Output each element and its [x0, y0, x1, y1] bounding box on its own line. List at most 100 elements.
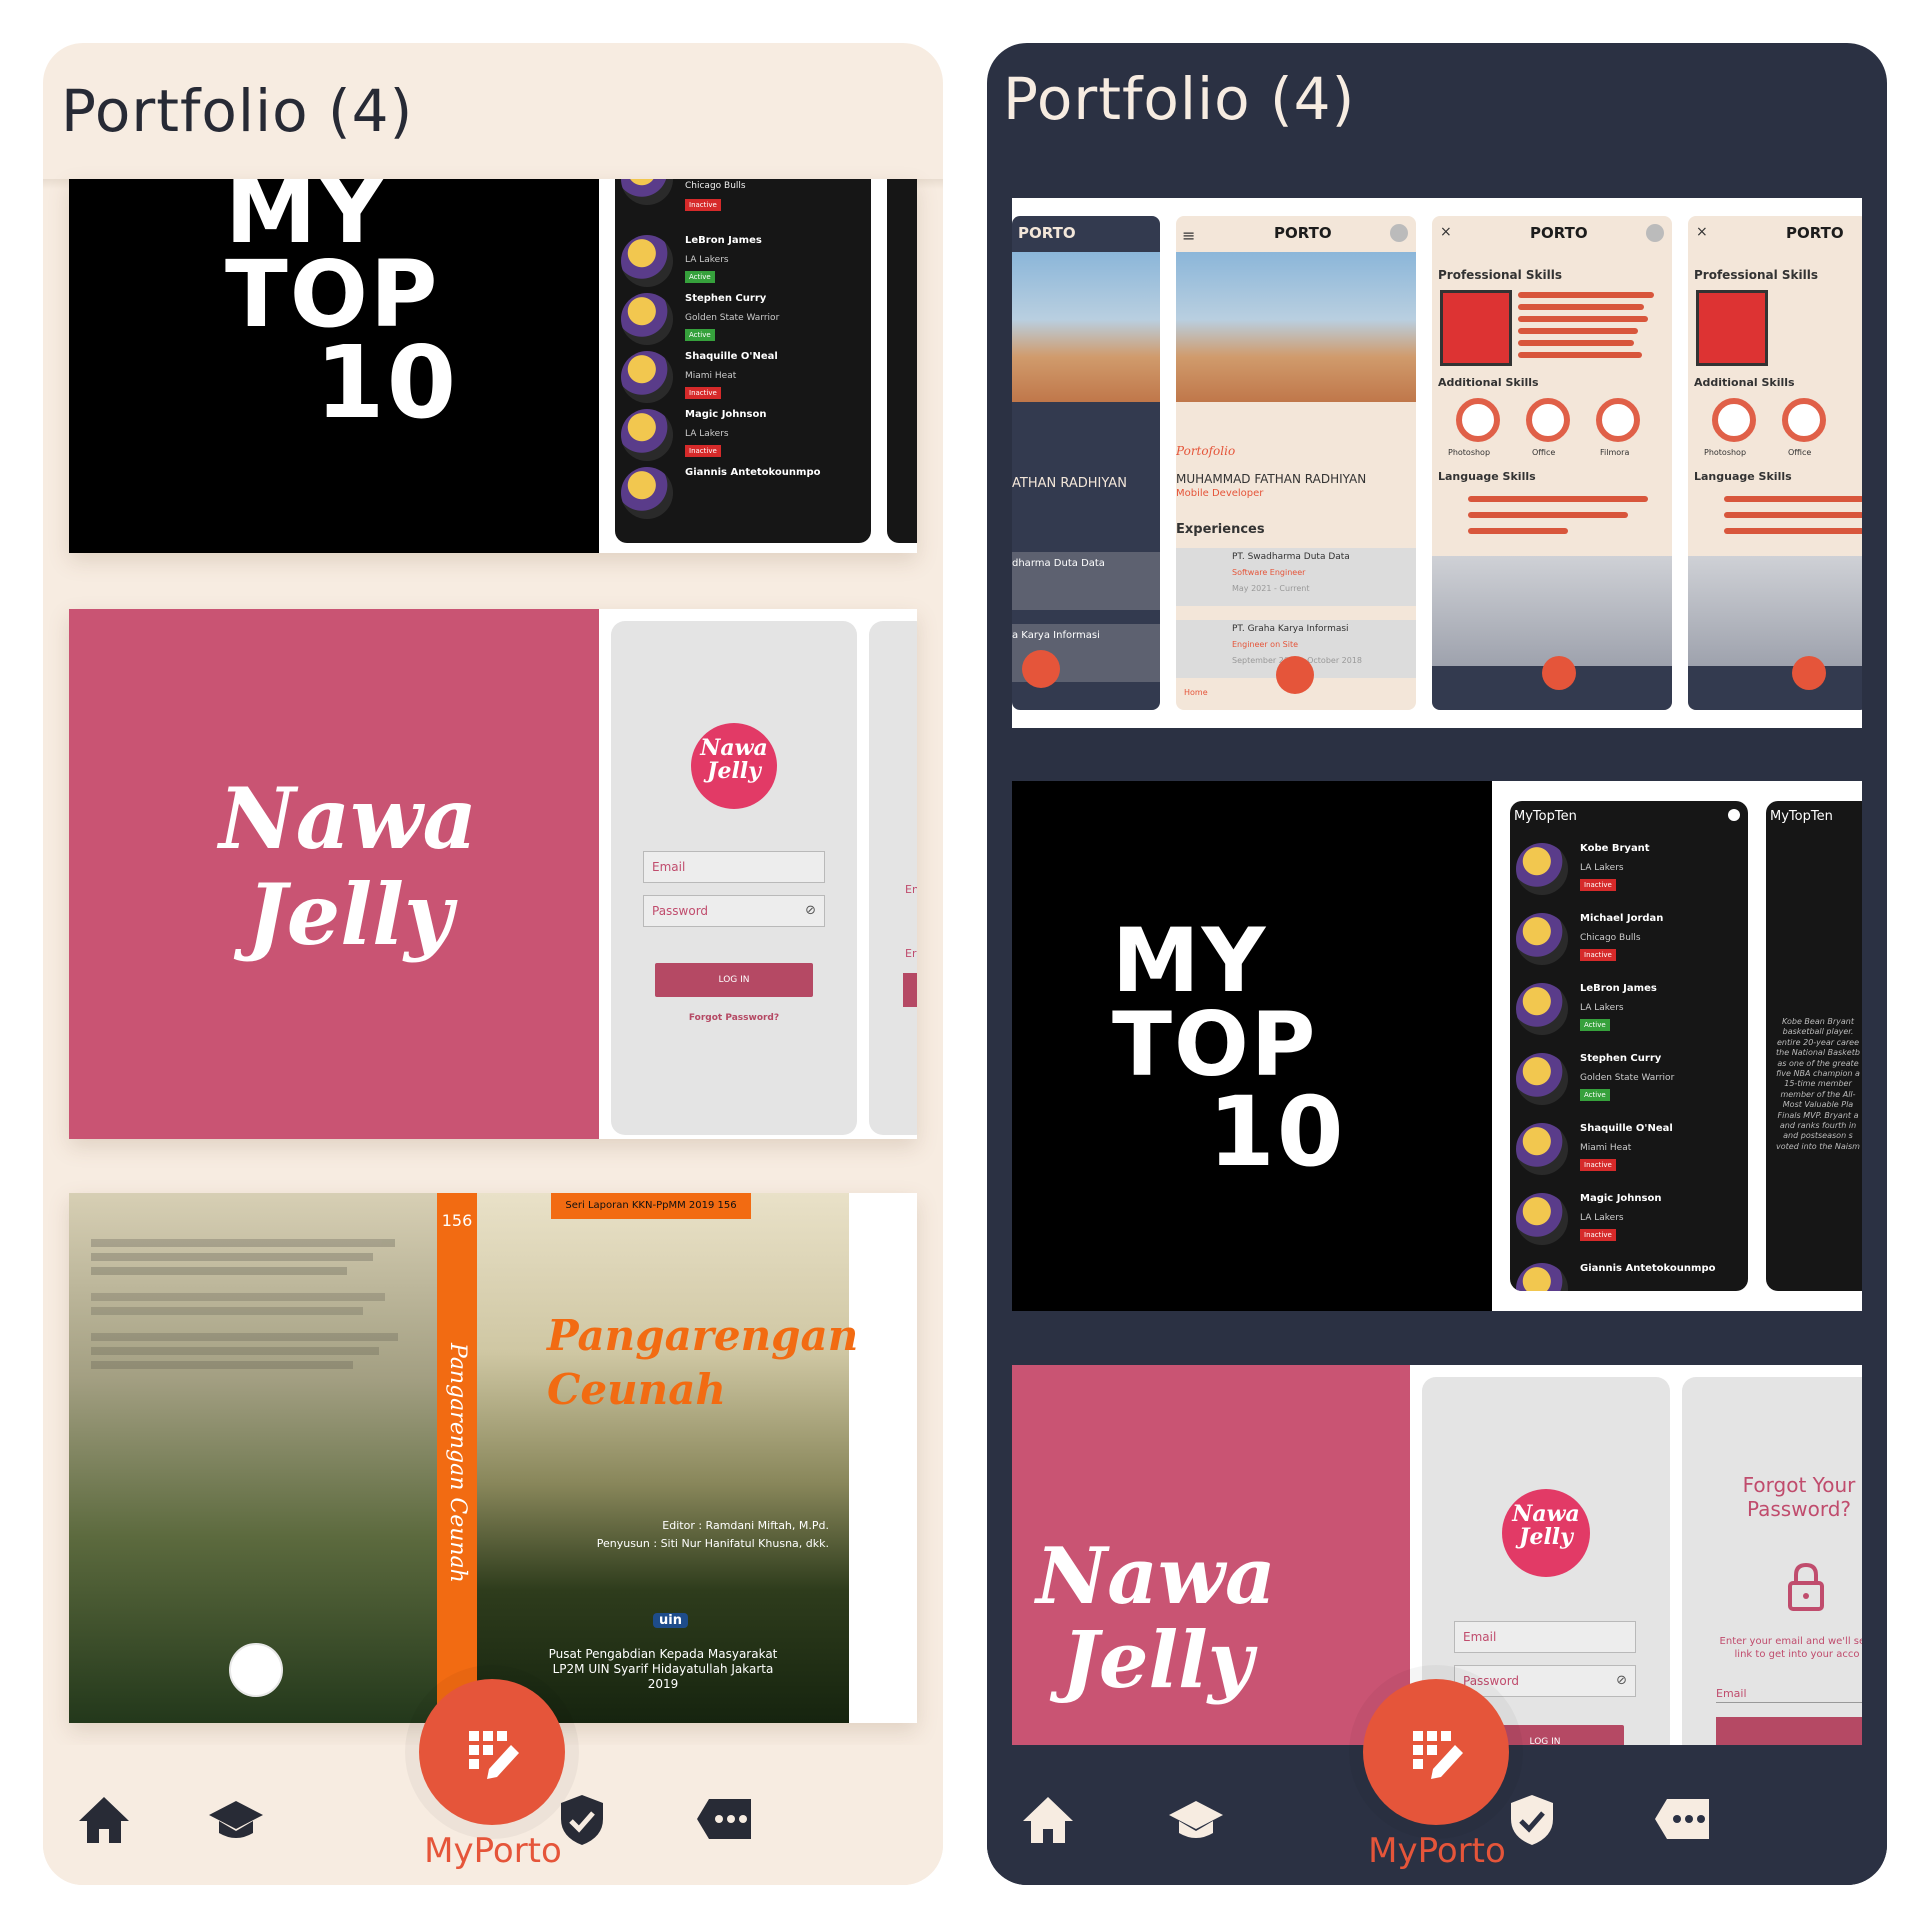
- nav-home-label: Home: [1184, 688, 1208, 697]
- graduation-cap-icon[interactable]: [205, 1791, 267, 1847]
- list-item[interactable]: LeBron James LA Lakers Active: [1510, 977, 1748, 1047]
- player-avatar: [1516, 1263, 1568, 1291]
- status-badge: Inactive: [685, 445, 721, 457]
- app-screen-detail-peek: [887, 179, 917, 543]
- eye-off-icon[interactable]: ⊘: [1616, 1666, 1627, 1696]
- experience-card: dharma Duta Data: [1012, 552, 1160, 610]
- player-team: Chicago Bulls: [685, 181, 746, 191]
- player-avatar: [1516, 1053, 1568, 1105]
- app-screen-porto-skills-alt: × PORTO Professional Skills Additional S…: [1688, 216, 1862, 710]
- profile-photo: [1440, 290, 1512, 366]
- chat-more-icon[interactable]: [693, 1791, 755, 1847]
- book-title-line2: Ceunah: [547, 1365, 726, 1414]
- player-avatar: [1516, 1193, 1568, 1245]
- list-item[interactable]: Giannis Antetokounmpo: [615, 461, 871, 531]
- forgot-password-link[interactable]: Forgot Password?: [611, 1013, 857, 1023]
- email-field[interactable]: Email: [1454, 1621, 1636, 1653]
- eye-off-icon[interactable]: ⊘: [805, 896, 816, 926]
- avatar: [1646, 224, 1664, 242]
- avatar: [1390, 224, 1408, 242]
- bottom-navigation: MyPorto: [987, 1679, 1887, 1885]
- status-badge: Active: [685, 271, 715, 283]
- email-field[interactable]: Email: [1716, 1687, 1862, 1703]
- testimonial-text: [91, 1233, 411, 1433]
- player-avatar: [621, 351, 673, 403]
- email-field[interactable]: Email: [643, 851, 825, 883]
- app-screen-player-list: Chicago Bulls Inactive LeBron James LA L…: [615, 179, 871, 543]
- page-title: Portfolio (4): [61, 77, 414, 145]
- player-team: Golden State Warrior: [685, 313, 780, 323]
- book-editor: Editor : Ramdani Miftah, M.Pd.: [662, 1519, 829, 1532]
- password-field[interactable]: Password ⊘: [643, 895, 825, 927]
- close-icon: ×: [1440, 224, 1452, 240]
- section-heading: Professional Skills: [1438, 268, 1562, 282]
- player-name: Magic Johnson: [685, 409, 767, 420]
- list-item[interactable]: Stephen Curry Golden State Warrior Activ…: [1510, 1047, 1748, 1117]
- menu-icon: ≡: [1182, 226, 1196, 245]
- section-heading: Experiences: [1176, 522, 1265, 537]
- book-front-cover: Seri Laporan KKN-PpMM 2019 156 Pangareng…: [477, 1193, 858, 1723]
- fab-icon: [1542, 656, 1576, 690]
- brand-text-nawa: Nawa: [219, 769, 477, 868]
- list-item[interactable]: Magic Johnson LA Lakers Inactive: [1510, 1187, 1748, 1257]
- app-logo: Nawa Jelly: [691, 723, 777, 809]
- graduation-cap-icon[interactable]: [1165, 1791, 1227, 1847]
- player-team: Miami Heat: [685, 371, 737, 381]
- portfolio-card-nawajelly[interactable]: Nawa Jelly Nawa Jelly Email Password ⊘ L…: [69, 609, 917, 1139]
- list-item[interactable]: Kobe Bryant LA Lakers Inactive: [1510, 837, 1748, 907]
- myporto-label: MyPorto: [424, 1831, 562, 1871]
- section-heading: Language Skills: [1438, 470, 1536, 483]
- player-avatar: [621, 409, 673, 461]
- myporto-fab-button[interactable]: [1363, 1679, 1509, 1825]
- cover-text-my: MY: [1112, 909, 1268, 1012]
- edit-grid-icon: [1413, 1731, 1463, 1779]
- forgot-title: Forgot Your Password?: [1742, 1473, 1856, 1521]
- home-icon[interactable]: [1017, 1791, 1079, 1847]
- profile-role: Mobile Developer: [1176, 488, 1264, 499]
- player-name: LeBron James: [685, 235, 762, 246]
- portfolio-card-myporto[interactable]: PORTO ATHAN RADHIYAN dharma Duta Data a …: [1012, 198, 1862, 728]
- chat-more-icon[interactable]: [1651, 1791, 1713, 1847]
- list-item[interactable]: Michael Jordan Chicago Bulls Inactive: [1510, 907, 1748, 977]
- login-button[interactable]: LOG IN: [655, 963, 813, 997]
- app-screen-player-detail: MyTopTen Kobe Bean Bryant basketball pla…: [1766, 801, 1862, 1291]
- status-badge: Active: [1580, 1089, 1610, 1101]
- fab-icon: [1792, 656, 1826, 690]
- app-screen-forgot-peek: En Er: [869, 621, 917, 1135]
- edit-grid-icon: [469, 1731, 519, 1779]
- list-item[interactable]: Shaquille O'Neal Miami Heat Inactive: [1510, 1117, 1748, 1187]
- book-cover: 156 Pangarengan Ceunah Seri Laporan KKN-…: [69, 1193, 858, 1723]
- kkn-logo: [229, 1643, 283, 1697]
- player-avatar: [621, 235, 673, 287]
- shield-check-icon[interactable]: [1501, 1791, 1563, 1847]
- status-badge: Inactive: [1580, 1229, 1616, 1241]
- portfolio-card-book[interactable]: 156 Pangarengan Ceunah Seri Laporan KKN-…: [69, 1193, 917, 1723]
- player-team: LA Lakers: [685, 429, 729, 439]
- player-name: Stephen Curry: [685, 293, 767, 304]
- peek-label: En: [905, 883, 917, 896]
- player-avatar: [1516, 913, 1568, 965]
- status-badge: Active: [1580, 1019, 1610, 1031]
- portfolio-card-mytopten[interactable]: MY TOP 10 MyTopTen Kobe Bryant LA Lakers…: [1012, 781, 1862, 1311]
- phone-dark-theme: Portfolio (4) PORTO ATHAN RADHIYAN dharm…: [987, 43, 1887, 1885]
- phone-light-theme: Portfolio (4) MY TOP 10 Chicago Bulls In…: [43, 43, 943, 1885]
- app-logo: Nawa Jelly: [1502, 1489, 1590, 1577]
- list-item[interactable]: Giannis Antetokounmpo: [1510, 1257, 1748, 1291]
- series-label: Seri Laporan KKN-PpMM 2019 156: [551, 1193, 751, 1219]
- brand-text-jelly: Jelly: [1062, 1615, 1254, 1706]
- portfolio-card-mytopten[interactable]: MY TOP 10 Chicago Bulls Inactive LeBron …: [69, 179, 917, 553]
- profile-icon[interactable]: [1728, 809, 1740, 821]
- lock-icon: [1788, 1563, 1824, 1611]
- home-icon[interactable]: [73, 1791, 135, 1847]
- cover-my-top-10: MY TOP 10: [1012, 781, 1492, 1311]
- send-button[interactable]: [1716, 1717, 1862, 1745]
- app-title: MyTopTen: [1514, 809, 1577, 824]
- status-badge: Inactive: [1580, 1159, 1616, 1171]
- myporto-fab-button[interactable]: [419, 1679, 565, 1825]
- shield-check-icon[interactable]: [551, 1791, 613, 1847]
- app-screen-porto-dark: PORTO ATHAN RADHIYAN dharma Duta Data a …: [1012, 216, 1160, 710]
- brand-panel: Nawa Jelly: [69, 609, 599, 1139]
- player-avatar: [621, 467, 673, 519]
- password-placeholder: Password: [652, 904, 709, 918]
- experience-card: PT. Swadharma Duta Data Software Enginee…: [1176, 548, 1416, 606]
